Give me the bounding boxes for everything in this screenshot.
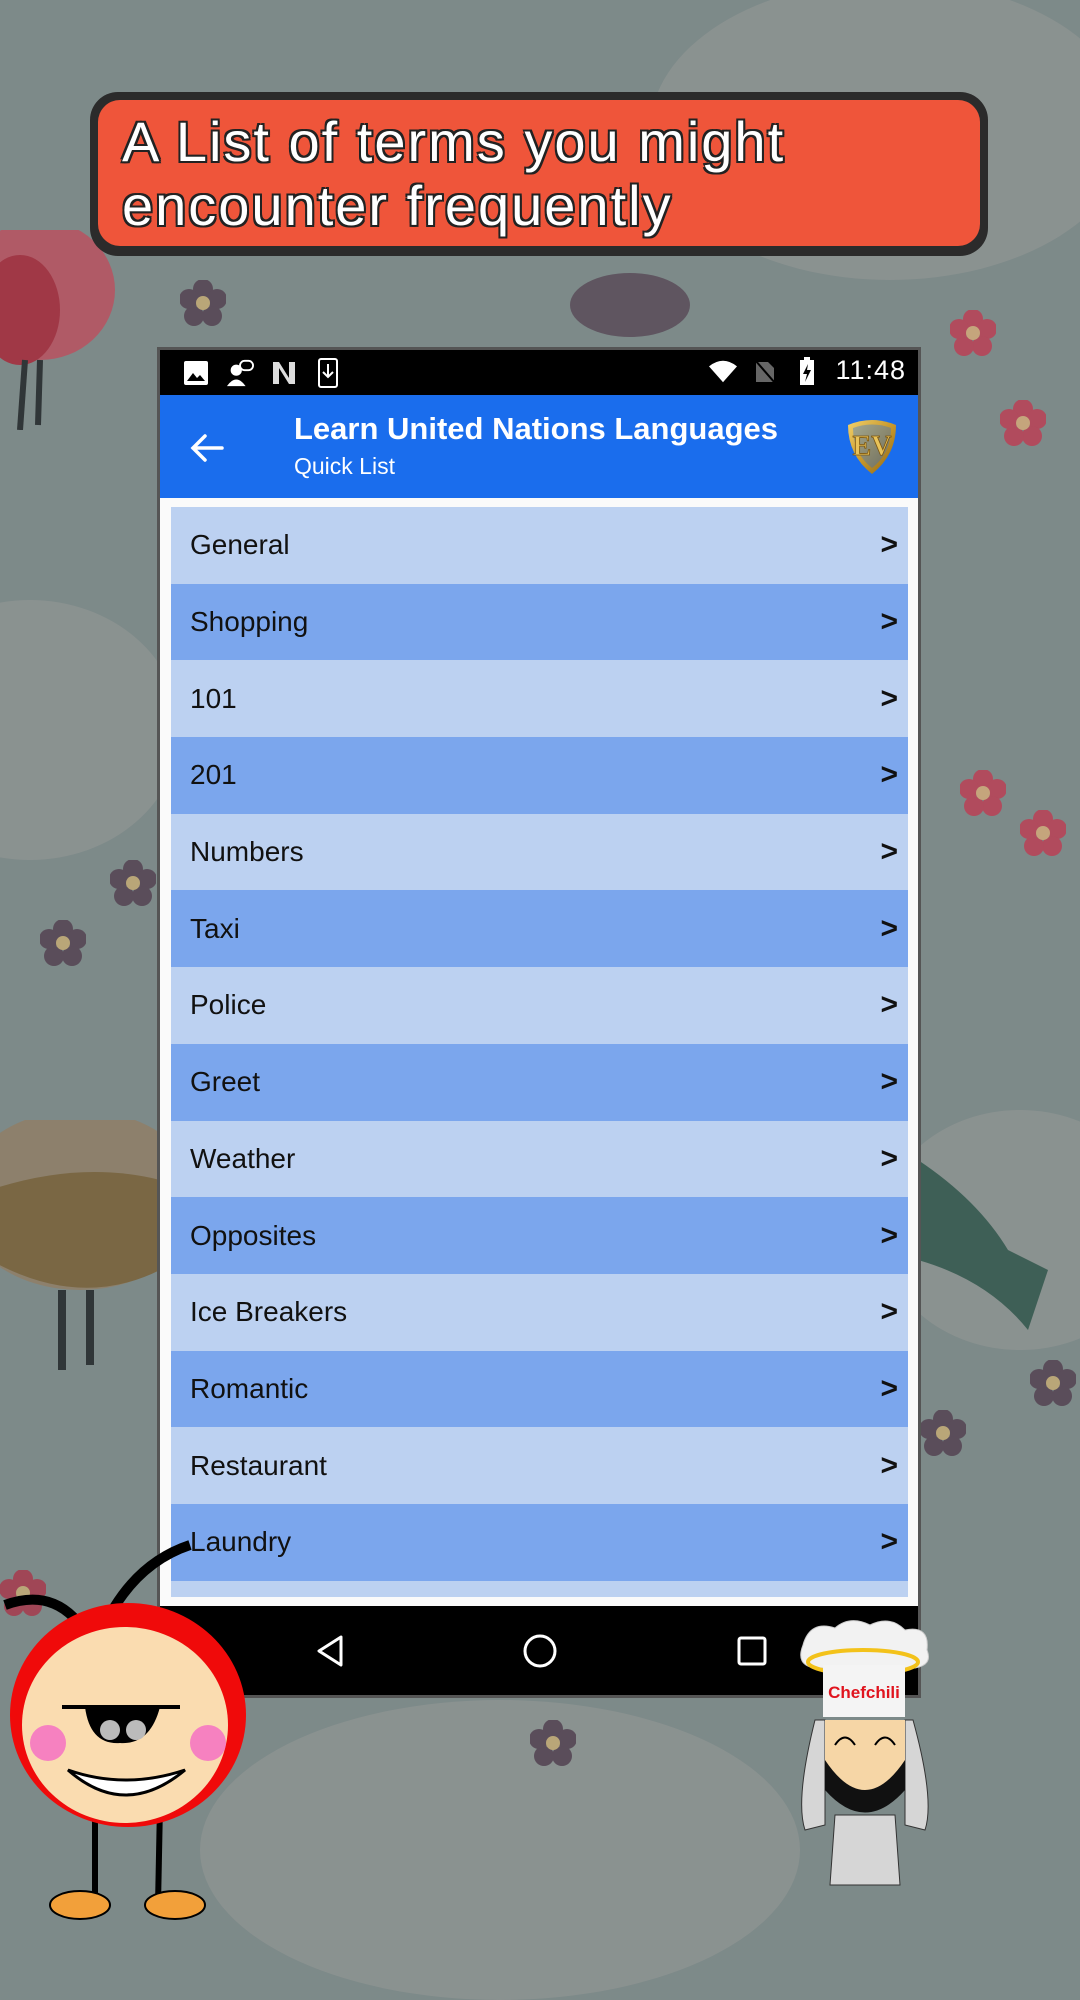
chevron-right-icon: > bbox=[880, 835, 898, 869]
square-recents-icon bbox=[737, 1636, 767, 1666]
content-area: General > Shopping >101 >201 > Numbers > Taxi > Po… bbox=[160, 498, 918, 1606]
back-button[interactable] bbox=[182, 423, 232, 473]
triangle-back-icon bbox=[317, 1635, 343, 1667]
list-item[interactable]: Greet > bbox=[171, 1043, 908, 1121]
speech-person-icon bbox=[226, 359, 254, 387]
status-bar: 11:48 bbox=[160, 350, 918, 395]
list-item-label: 201 bbox=[190, 759, 237, 791]
svg-text:EV: EV bbox=[853, 431, 892, 462]
list-item-label: Taxi bbox=[190, 912, 240, 944]
list-item[interactable]: Weather > bbox=[171, 1120, 908, 1198]
chevron-right-icon: > bbox=[880, 1065, 898, 1099]
arrow-left-icon bbox=[190, 434, 224, 462]
app-title: Learn United Nations Languages bbox=[294, 411, 779, 446]
list-item-label: Weather bbox=[190, 1142, 296, 1174]
chevron-right-icon: > bbox=[880, 1218, 898, 1252]
list-item[interactable]: Laundry > bbox=[171, 1503, 908, 1581]
chevron-right-icon: > bbox=[880, 911, 898, 945]
download-icon bbox=[314, 358, 342, 388]
chevron-right-icon: > bbox=[880, 1141, 898, 1175]
bird-illustration bbox=[570, 273, 690, 337]
list-item-label: Restaurant bbox=[190, 1449, 327, 1481]
red-mascot-illustration bbox=[3, 1540, 246, 1920]
nav-recents-button[interactable] bbox=[727, 1626, 777, 1676]
list-item[interactable]: Ice Breakers > bbox=[171, 1273, 908, 1351]
ev-logo-icon[interactable]: EV bbox=[846, 417, 898, 475]
nav-back-button[interactable] bbox=[305, 1626, 355, 1676]
list-item-label: Romantic bbox=[190, 1372, 309, 1404]
list-item[interactable]: 201 > bbox=[171, 737, 908, 814]
status-time: 11:48 bbox=[835, 355, 906, 385]
list-item-label: Greet bbox=[190, 1066, 261, 1098]
chevron-right-icon: > bbox=[880, 1448, 898, 1482]
chevron-right-icon: > bbox=[880, 528, 898, 562]
list-item[interactable]: Restaurant > bbox=[171, 1427, 908, 1504]
caption-banner: A List of terms you might encounter freq… bbox=[90, 92, 988, 256]
wifi-icon bbox=[709, 357, 738, 385]
list-item[interactable]: Opposites > bbox=[171, 1197, 908, 1274]
chevron-right-icon: > bbox=[880, 681, 898, 715]
no-sim-icon bbox=[751, 357, 779, 385]
chevron-right-icon: > bbox=[880, 1525, 898, 1559]
image-icon bbox=[182, 359, 210, 387]
topic-list: General > Shopping >101 >201 > Numbers > Taxi > Po… bbox=[171, 507, 908, 1597]
list-item-label: Shopping bbox=[190, 606, 309, 638]
list-item[interactable]: Shopping > bbox=[171, 583, 908, 661]
chevron-right-icon: > bbox=[880, 758, 898, 792]
list-item-label: Numbers bbox=[190, 836, 304, 868]
bird-illustration bbox=[918, 1160, 1048, 1330]
list-item[interactable]: Romantic > bbox=[171, 1350, 908, 1428]
list-item-label: Ice Breakers bbox=[190, 1296, 348, 1328]
circle-home-icon bbox=[523, 1634, 557, 1668]
app-bar: Learn United Nations Languages Quick Lis… bbox=[160, 395, 918, 498]
chevron-right-icon: > bbox=[880, 988, 898, 1022]
chef-mascot-illustration: Chefchili bbox=[800, 1620, 929, 1886]
list-item-label: General bbox=[190, 529, 290, 561]
list-item[interactable]: 101 > bbox=[171, 660, 908, 738]
caption-text: A List of terms you might encounter freq… bbox=[122, 110, 786, 237]
app-subtitle: Quick List bbox=[294, 453, 395, 479]
list-item-label: Police bbox=[190, 989, 267, 1021]
bird-illustration bbox=[0, 1120, 160, 1370]
list-item-label: Opposites bbox=[190, 1219, 317, 1251]
chef-label: Chefchili bbox=[828, 1683, 900, 1702]
nav-home-button[interactable] bbox=[515, 1626, 565, 1676]
battery-charging-icon bbox=[793, 356, 821, 385]
list-item[interactable]: Police > bbox=[171, 967, 908, 1044]
list-item[interactable] bbox=[171, 1580, 908, 1597]
chevron-right-icon: > bbox=[880, 1371, 898, 1405]
list-item[interactable]: Taxi > bbox=[171, 890, 908, 968]
list-item[interactable]: Numbers > bbox=[171, 813, 908, 891]
list-item-label: 101 bbox=[190, 682, 237, 714]
chevron-right-icon: > bbox=[880, 1295, 898, 1329]
n-logo-icon bbox=[270, 359, 298, 387]
phone-screen: 11:48 Learn United Nations Languages Qui… bbox=[160, 350, 918, 1695]
list-item[interactable]: General > bbox=[171, 507, 908, 584]
chevron-right-icon: > bbox=[880, 605, 898, 639]
bird-illustration bbox=[0, 230, 115, 430]
